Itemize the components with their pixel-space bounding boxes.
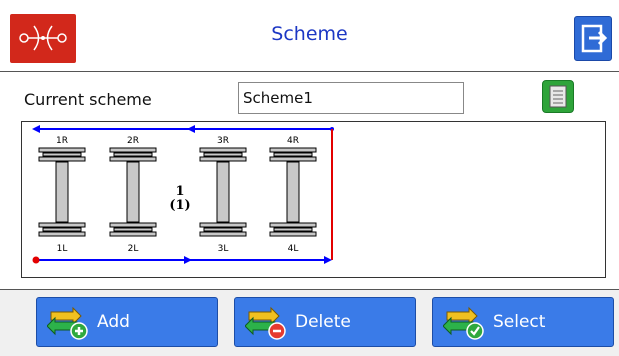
select-button-label: Select xyxy=(493,312,546,332)
select-icon xyxy=(443,306,484,340)
cart-3[interactable]: 3R 3L xyxy=(199,136,247,254)
delete-button[interactable]: Delete xyxy=(234,297,416,347)
center-sub: (1) xyxy=(169,198,190,213)
delete-icon xyxy=(245,306,286,340)
page-title: Scheme xyxy=(271,23,348,45)
svg-text:2L: 2L xyxy=(128,244,139,254)
arrow-icon xyxy=(187,125,195,133)
svg-text:1L: 1L xyxy=(57,244,68,254)
scheme-diagram[interactable]: 1R 1L 2R 2L 3R 3L 4R 4L 1 (1) xyxy=(21,121,606,278)
cart-2[interactable]: 2R 2L xyxy=(109,136,157,254)
document-icon xyxy=(549,85,567,108)
svg-text:3L: 3L xyxy=(218,244,229,254)
header-bar: Scheme xyxy=(0,0,619,72)
current-scheme-label: Current scheme xyxy=(24,90,152,109)
current-scheme-input[interactable] xyxy=(238,82,464,114)
svg-text:3R: 3R xyxy=(217,136,229,146)
notes-button[interactable] xyxy=(542,80,574,113)
arrow-icon xyxy=(324,256,332,264)
add-button[interactable]: Add xyxy=(36,297,218,347)
start-point xyxy=(32,256,40,264)
scheme-diagram-canvas: 1R 1L 2R 2L 3R 3L 4R 4L 1 (1) xyxy=(32,125,334,264)
arrow-icon xyxy=(184,256,192,264)
add-button-label: Add xyxy=(97,312,130,332)
cart-1[interactable]: 1R 1L xyxy=(38,136,86,254)
exit-button[interactable] xyxy=(574,16,612,61)
delete-button-label: Delete xyxy=(295,312,351,332)
select-button[interactable]: Select xyxy=(432,297,614,347)
cart-4[interactable]: 4R 4L xyxy=(269,136,317,254)
add-icon xyxy=(47,306,88,340)
svg-text:2R: 2R xyxy=(127,136,139,146)
svg-text:4L: 4L xyxy=(288,244,299,254)
exit-door-icon xyxy=(581,24,608,53)
svg-text:4R: 4R xyxy=(287,136,299,146)
arrow-icon xyxy=(32,125,40,133)
center-number: 1 xyxy=(175,184,184,199)
svg-text:1R: 1R xyxy=(56,136,68,146)
